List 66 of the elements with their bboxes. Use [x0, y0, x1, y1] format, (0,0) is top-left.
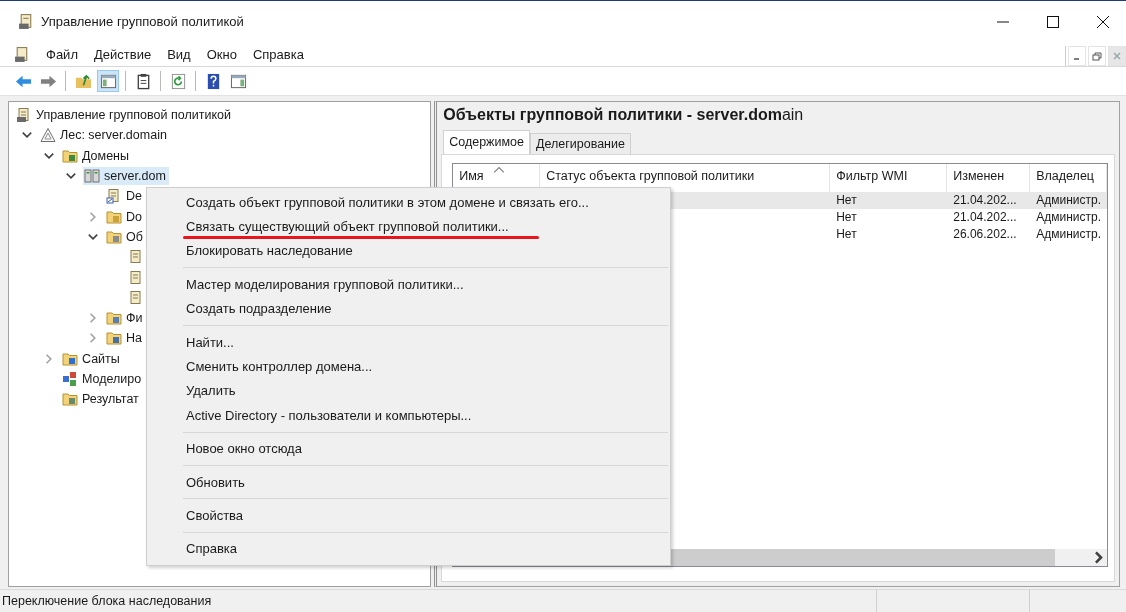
- sort-up-icon: [493, 166, 506, 174]
- context-menu-item[interactable]: Свойства: [147, 503, 670, 528]
- table-cell-text: 21.04.202...: [952, 210, 1018, 225]
- context-menu-item[interactable]: Справка: [147, 536, 670, 562]
- scroll-icon: [106, 188, 122, 205]
- tab[interactable]: Делегирование: [529, 133, 631, 154]
- menu-item[interactable]: Вид: [166, 46, 192, 62]
- refresh-icon: [169, 72, 187, 90]
- server-icon: [84, 168, 100, 185]
- tree-item[interactable]: server.dom: [83, 167, 169, 186]
- context-menu-item[interactable]: Сменить контроллер домена...: [147, 354, 670, 379]
- scroll-icon: [128, 249, 144, 266]
- tree-item[interactable]: На: [105, 329, 145, 348]
- scroll-icon: [128, 269, 144, 286]
- tree-item[interactable]: Моделиро: [61, 370, 145, 388]
- restore-icon[interactable]: [1088, 46, 1106, 66]
- pane-heading: Объекты групповой политики - server.domain: [443, 106, 805, 124]
- tree-item[interactable]: De: [105, 187, 145, 206]
- context-menu-item[interactable]: Найти...: [147, 329, 670, 355]
- tree-item[interactable]: Лес: server.domain: [39, 126, 170, 145]
- folder-icon: [62, 391, 78, 408]
- table-cell-text: Нет: [835, 226, 858, 241]
- panel-icon: [229, 72, 247, 90]
- menu-item[interactable]: Окно: [205, 46, 238, 62]
- table-cell-text: Нет: [835, 210, 858, 225]
- status-text: Переключение блока наследования: [1, 594, 213, 608]
- context-menu-item[interactable]: Мастер моделирования групповой политики...: [147, 272, 670, 297]
- context-menu-item[interactable]: Новое окно отсюда: [147, 436, 670, 461]
- console-icon: [16, 107, 32, 124]
- menu-item[interactable]: Действие: [92, 46, 153, 62]
- folder-icon: [62, 147, 78, 164]
- toolbar-button[interactable]: [97, 70, 119, 92]
- tree-item[interactable]: Управление групповой политикой: [15, 106, 234, 125]
- folder-icon: [62, 350, 78, 367]
- tree-item[interactable]: Домены: [61, 146, 132, 165]
- tree-item[interactable]: Сайты: [61, 349, 123, 368]
- tree-item[interactable]: Результат: [61, 390, 142, 409]
- table-cell-text: Администр.: [1035, 226, 1102, 241]
- context-menu-item[interactable]: Создать подразделение: [147, 296, 670, 321]
- folder-up-icon: [74, 72, 92, 90]
- table-cell-text: 21.04.202...: [952, 193, 1018, 208]
- table-cell-text: Нет: [835, 193, 858, 208]
- context-menu-item[interactable]: Обновить: [147, 469, 670, 495]
- tree-item[interactable]: Do: [105, 207, 145, 226]
- triangle-icon: [40, 127, 56, 144]
- tab[interactable]: Содержимое: [443, 130, 530, 154]
- tree-item[interactable]: Об: [105, 227, 146, 246]
- modeling-icon: [62, 371, 78, 387]
- scroll-icon: [128, 289, 144, 306]
- context-menu-item[interactable]: Active Directory - пользователи и компьютеры...: [147, 403, 670, 428]
- tree-item[interactable]: Фи: [105, 309, 146, 328]
- folder-icon: [106, 228, 122, 245]
- context-menu-item[interactable]: Удалить: [147, 378, 670, 404]
- context-menu-item[interactable]: Связать существующий объект групповой политики...: [147, 214, 670, 239]
- folder-icon: [106, 310, 122, 327]
- table-cell-text: Администр.: [1035, 193, 1102, 208]
- table-cell-text: Администр.: [1035, 210, 1102, 225]
- folder-icon: [106, 208, 122, 225]
- folder-icon: [106, 330, 122, 347]
- window-title: Управление групповой политикой: [41, 14, 244, 29]
- minimize-icon[interactable]: [1068, 46, 1086, 66]
- menu-item[interactable]: Файл: [45, 46, 79, 62]
- context-menu-item[interactable]: Блокировать наследование: [147, 238, 670, 264]
- panel-icon: [99, 72, 117, 90]
- menu-item[interactable]: Справка: [251, 46, 305, 62]
- table-cell-text: 26.06.202...: [952, 226, 1018, 241]
